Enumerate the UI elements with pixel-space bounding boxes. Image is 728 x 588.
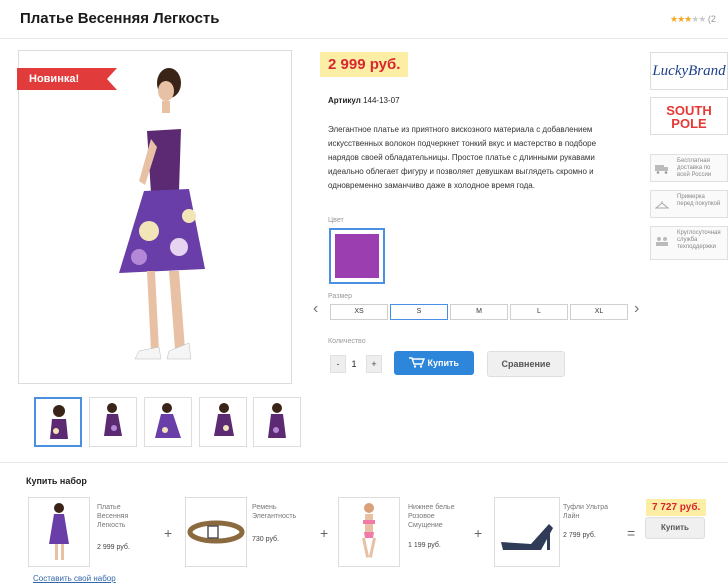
quantity-label: Количество: [328, 338, 366, 345]
size-option-s[interactable]: S: [390, 304, 448, 320]
header-divider: [0, 38, 728, 39]
equals-sign: =: [627, 525, 636, 541]
service-fitting-text: Примерка перед покупкой: [677, 194, 721, 207]
set-item-price: 2 799 руб.: [563, 532, 596, 539]
buy-button[interactable]: Купить: [394, 351, 474, 375]
set-item-price: 730 руб.: [252, 536, 279, 543]
set-item-image-belt[interactable]: [185, 497, 247, 567]
service-support: Круглосуточная служба техподдержки: [650, 226, 728, 260]
buy-set-button[interactable]: Купить: [645, 517, 705, 539]
thumbnail-4[interactable]: [199, 397, 247, 447]
service-delivery: Бесплатная доставка по всей России: [650, 154, 728, 182]
set-item-image-dress[interactable]: [28, 497, 90, 567]
compare-button[interactable]: Сравнение: [487, 351, 565, 377]
service-support-text: Круглосуточная служба техподдержки: [677, 230, 721, 250]
plus-sign: +: [320, 525, 329, 541]
set-total-price: 7 727 руб.: [646, 499, 707, 516]
pole-text: POLE: [671, 116, 707, 131]
buy-button-label: Купить: [427, 358, 459, 368]
chevron-right-icon[interactable]: ›: [634, 300, 639, 318]
belt-figure: [187, 520, 245, 544]
qty-decrease-button[interactable]: -: [330, 355, 346, 373]
set-item-name[interactable]: Нижнее белье Розовое Смущение: [408, 503, 483, 530]
set-item-name[interactable]: Платье Весенняя Легкость: [97, 503, 172, 530]
page-title: Платье Весенняя Легкость: [20, 10, 220, 27]
set-item-image-lingerie[interactable]: [338, 497, 400, 567]
rating-count: (2: [707, 14, 716, 24]
new-badge: Новинка!: [17, 68, 117, 90]
product-price: 2 999 руб.: [320, 52, 409, 77]
size-option-l[interactable]: L: [510, 304, 568, 320]
qty-increase-button[interactable]: +: [366, 355, 382, 373]
product-rating[interactable]: ★★★★★ (2: [670, 14, 716, 25]
color-swatch[interactable]: [329, 228, 385, 284]
set-item-price: 2 999 руб.: [97, 544, 130, 551]
size-option-xl[interactable]: XL: [570, 304, 628, 320]
buy-set-title: Купить набор: [26, 476, 87, 486]
dress-figure: [49, 503, 69, 560]
size-label: Размер: [328, 293, 353, 300]
chevron-left-icon[interactable]: ‹: [313, 300, 318, 318]
brand-logo-lucky[interactable]: LuckyBrand: [650, 52, 728, 90]
set-item-image-shoes[interactable]: [494, 497, 560, 567]
sku-line: Артикул 144-13-07: [328, 96, 400, 105]
thumbnail-2[interactable]: [89, 397, 137, 447]
size-option-m[interactable]: M: [450, 304, 508, 320]
cart-icon: [409, 357, 428, 368]
color-swatch-fill: [335, 234, 379, 278]
thumb-figure: [155, 403, 181, 438]
service-delivery-text: Бесплатная доставка по всей России: [677, 158, 712, 178]
thumbnail-5[interactable]: [253, 397, 301, 447]
brand-logo-southpole[interactable]: SOUTH POLE: [650, 97, 728, 135]
set-item-name[interactable]: Ремень Элегантность: [252, 503, 327, 521]
thumbnail-3[interactable]: [144, 397, 192, 447]
plus-sign: +: [474, 525, 483, 541]
color-label: Цвет: [328, 217, 344, 224]
thumb-figure: [214, 403, 234, 436]
thumb-figure: [268, 403, 286, 438]
thumbnail-1[interactable]: [34, 397, 82, 447]
lingerie-figure: [362, 503, 376, 558]
shoes-figure: [501, 524, 553, 550]
thumb-figure: [104, 403, 122, 436]
support-icon: [656, 237, 668, 246]
truck-icon: [655, 165, 668, 174]
size-option-xs[interactable]: XS: [330, 304, 388, 320]
service-fitting: Примерка перед покупкой: [650, 190, 728, 218]
compose-set-link[interactable]: Составить свой набор: [33, 574, 116, 583]
sku-value: 144-13-07: [363, 96, 400, 105]
thumb-figure: [50, 405, 68, 439]
set-item-name[interactable]: Туфли Ультра Лайн: [563, 503, 638, 521]
set-item-price: 1 199 руб.: [408, 542, 441, 549]
model-figure: [119, 68, 205, 360]
hanger-icon: [655, 201, 669, 209]
product-description: Элегантное платье из приятного вискозног…: [328, 125, 597, 190]
section-divider: [0, 462, 728, 463]
main-product-image[interactable]: [18, 50, 292, 384]
sku-label: Артикул: [328, 96, 361, 105]
qty-value[interactable]: 1: [347, 355, 361, 373]
rating-stars: ★★★★★: [670, 14, 706, 24]
plus-sign: +: [164, 525, 173, 541]
